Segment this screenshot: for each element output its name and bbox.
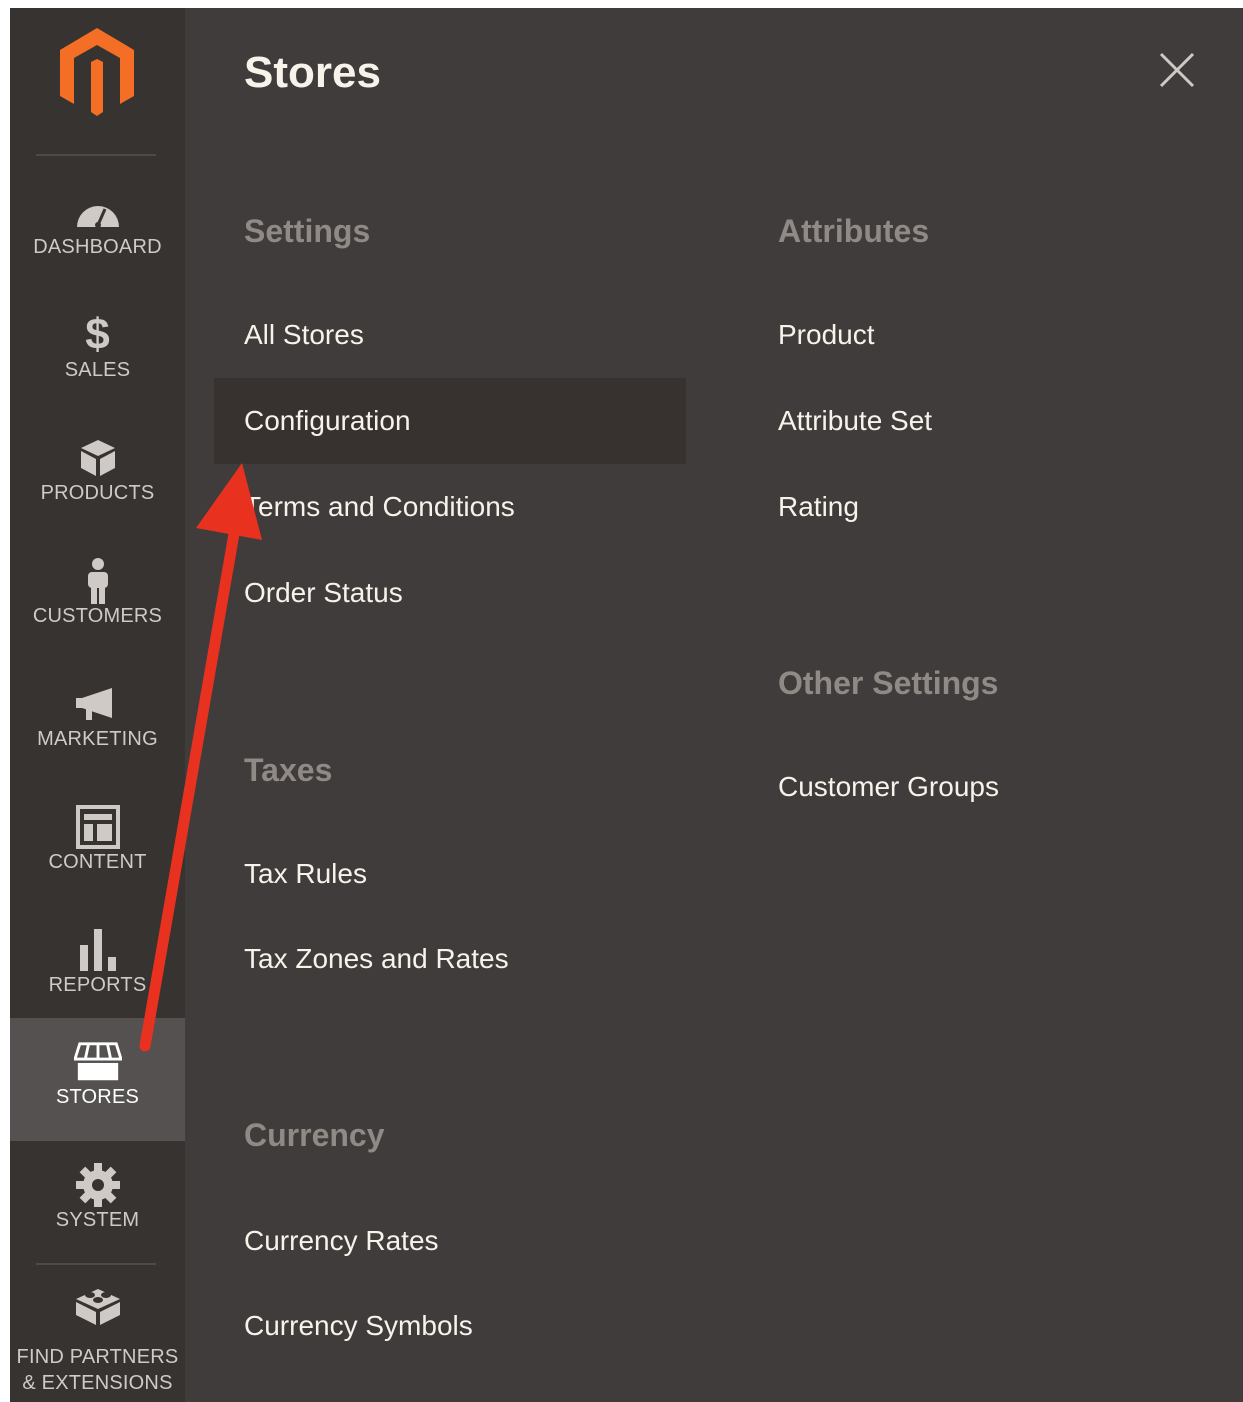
sidebar-item-label: SYSTEM [55, 1209, 140, 1231]
section-title-settings: Settings [244, 213, 371, 249]
menu-link-order-status[interactable]: Order Status [214, 550, 686, 636]
close-button[interactable] [1157, 50, 1197, 90]
sidebar-item-label: DASHBOARD [33, 236, 162, 258]
person-icon [74, 558, 122, 604]
gauge-icon [74, 192, 122, 232]
storefront-icon [73, 1042, 122, 1082]
sidebar-item-label: FIND PARTNERS & EXTENSIONS [10, 1344, 185, 1396]
layout-icon [74, 805, 122, 849]
magento-logo-icon[interactable] [54, 26, 140, 126]
admin-sidebar: DASHBOARD $ SALES PRODUCTS CUSTOMERS MAR… [10, 8, 185, 1402]
sidebar-item-label: CUSTOMERS [32, 605, 163, 627]
sidebar-item-content[interactable]: CONTENT [10, 783, 185, 906]
gear-icon [74, 1163, 122, 1207]
sidebar-item-system[interactable]: SYSTEM [10, 1141, 185, 1264]
menu-link-tax-zones-and-rates[interactable]: Tax Zones and Rates [214, 916, 686, 1002]
sidebar-item-sales[interactable]: $ SALES [10, 291, 185, 414]
lego-block-icon [74, 1284, 122, 1325]
bar-chart-icon [74, 929, 122, 971]
dollar-icon: $ [85, 310, 110, 359]
sidebar-item-find-partners[interactable]: FIND PARTNERS & EXTENSIONS [10, 1266, 185, 1402]
menu-link-customer-groups[interactable]: Customer Groups [748, 744, 1220, 830]
sidebar-item-label: CONTENT [48, 851, 147, 873]
page-title: Stores [244, 48, 381, 97]
sidebar-item-products[interactable]: PRODUCTS [10, 414, 185, 537]
sidebar-item-label: STORES [55, 1086, 140, 1108]
box-icon [74, 438, 122, 478]
menu-link-tax-rules[interactable]: Tax Rules [214, 831, 686, 917]
sidebar-divider [36, 154, 156, 156]
section-title-other-settings: Other Settings [778, 665, 999, 701]
sidebar-item-dashboard[interactable]: DASHBOARD [10, 168, 185, 291]
admin-app: DASHBOARD $ SALES PRODUCTS CUSTOMERS MAR… [10, 8, 1243, 1402]
menu-link-terms-and-conditions[interactable]: Terms and Conditions [214, 464, 686, 550]
section-title-currency: Currency [244, 1117, 385, 1153]
sidebar-item-label: PRODUCTS [40, 482, 155, 504]
sidebar-item-label: MARKETING [37, 728, 158, 750]
sidebar-item-stores[interactable]: STORES [10, 1018, 185, 1141]
menu-link-rating[interactable]: Rating [748, 464, 1220, 550]
megaphone-icon [74, 684, 122, 724]
stores-flyout-panel: Stores Settings All Stores Configuration… [185, 8, 1243, 1402]
menu-link-all-stores[interactable]: All Stores [214, 292, 686, 378]
sidebar-item-label: SALES [64, 359, 131, 381]
close-icon [1159, 52, 1195, 88]
sidebar-item-label-line: FIND PARTNERS [16, 1346, 179, 1368]
sidebar-item-label-line: & EXTENSIONS [22, 1372, 173, 1394]
sidebar-item-marketing[interactable]: MARKETING [10, 660, 185, 783]
menu-link-configuration[interactable]: Configuration [214, 378, 686, 464]
menu-link-currency-symbols[interactable]: Currency Symbols [214, 1283, 686, 1369]
sidebar-divider [36, 1263, 156, 1265]
sidebar-item-reports[interactable]: REPORTS [10, 906, 185, 1029]
sidebar-item-customers[interactable]: CUSTOMERS [10, 537, 185, 660]
section-title-taxes: Taxes [244, 752, 333, 788]
sidebar-item-label: REPORTS [48, 974, 147, 996]
section-title-attributes: Attributes [778, 213, 930, 249]
menu-link-product[interactable]: Product [748, 292, 1220, 378]
menu-link-attribute-set[interactable]: Attribute Set [748, 378, 1220, 464]
menu-link-currency-rates[interactable]: Currency Rates [214, 1198, 686, 1284]
